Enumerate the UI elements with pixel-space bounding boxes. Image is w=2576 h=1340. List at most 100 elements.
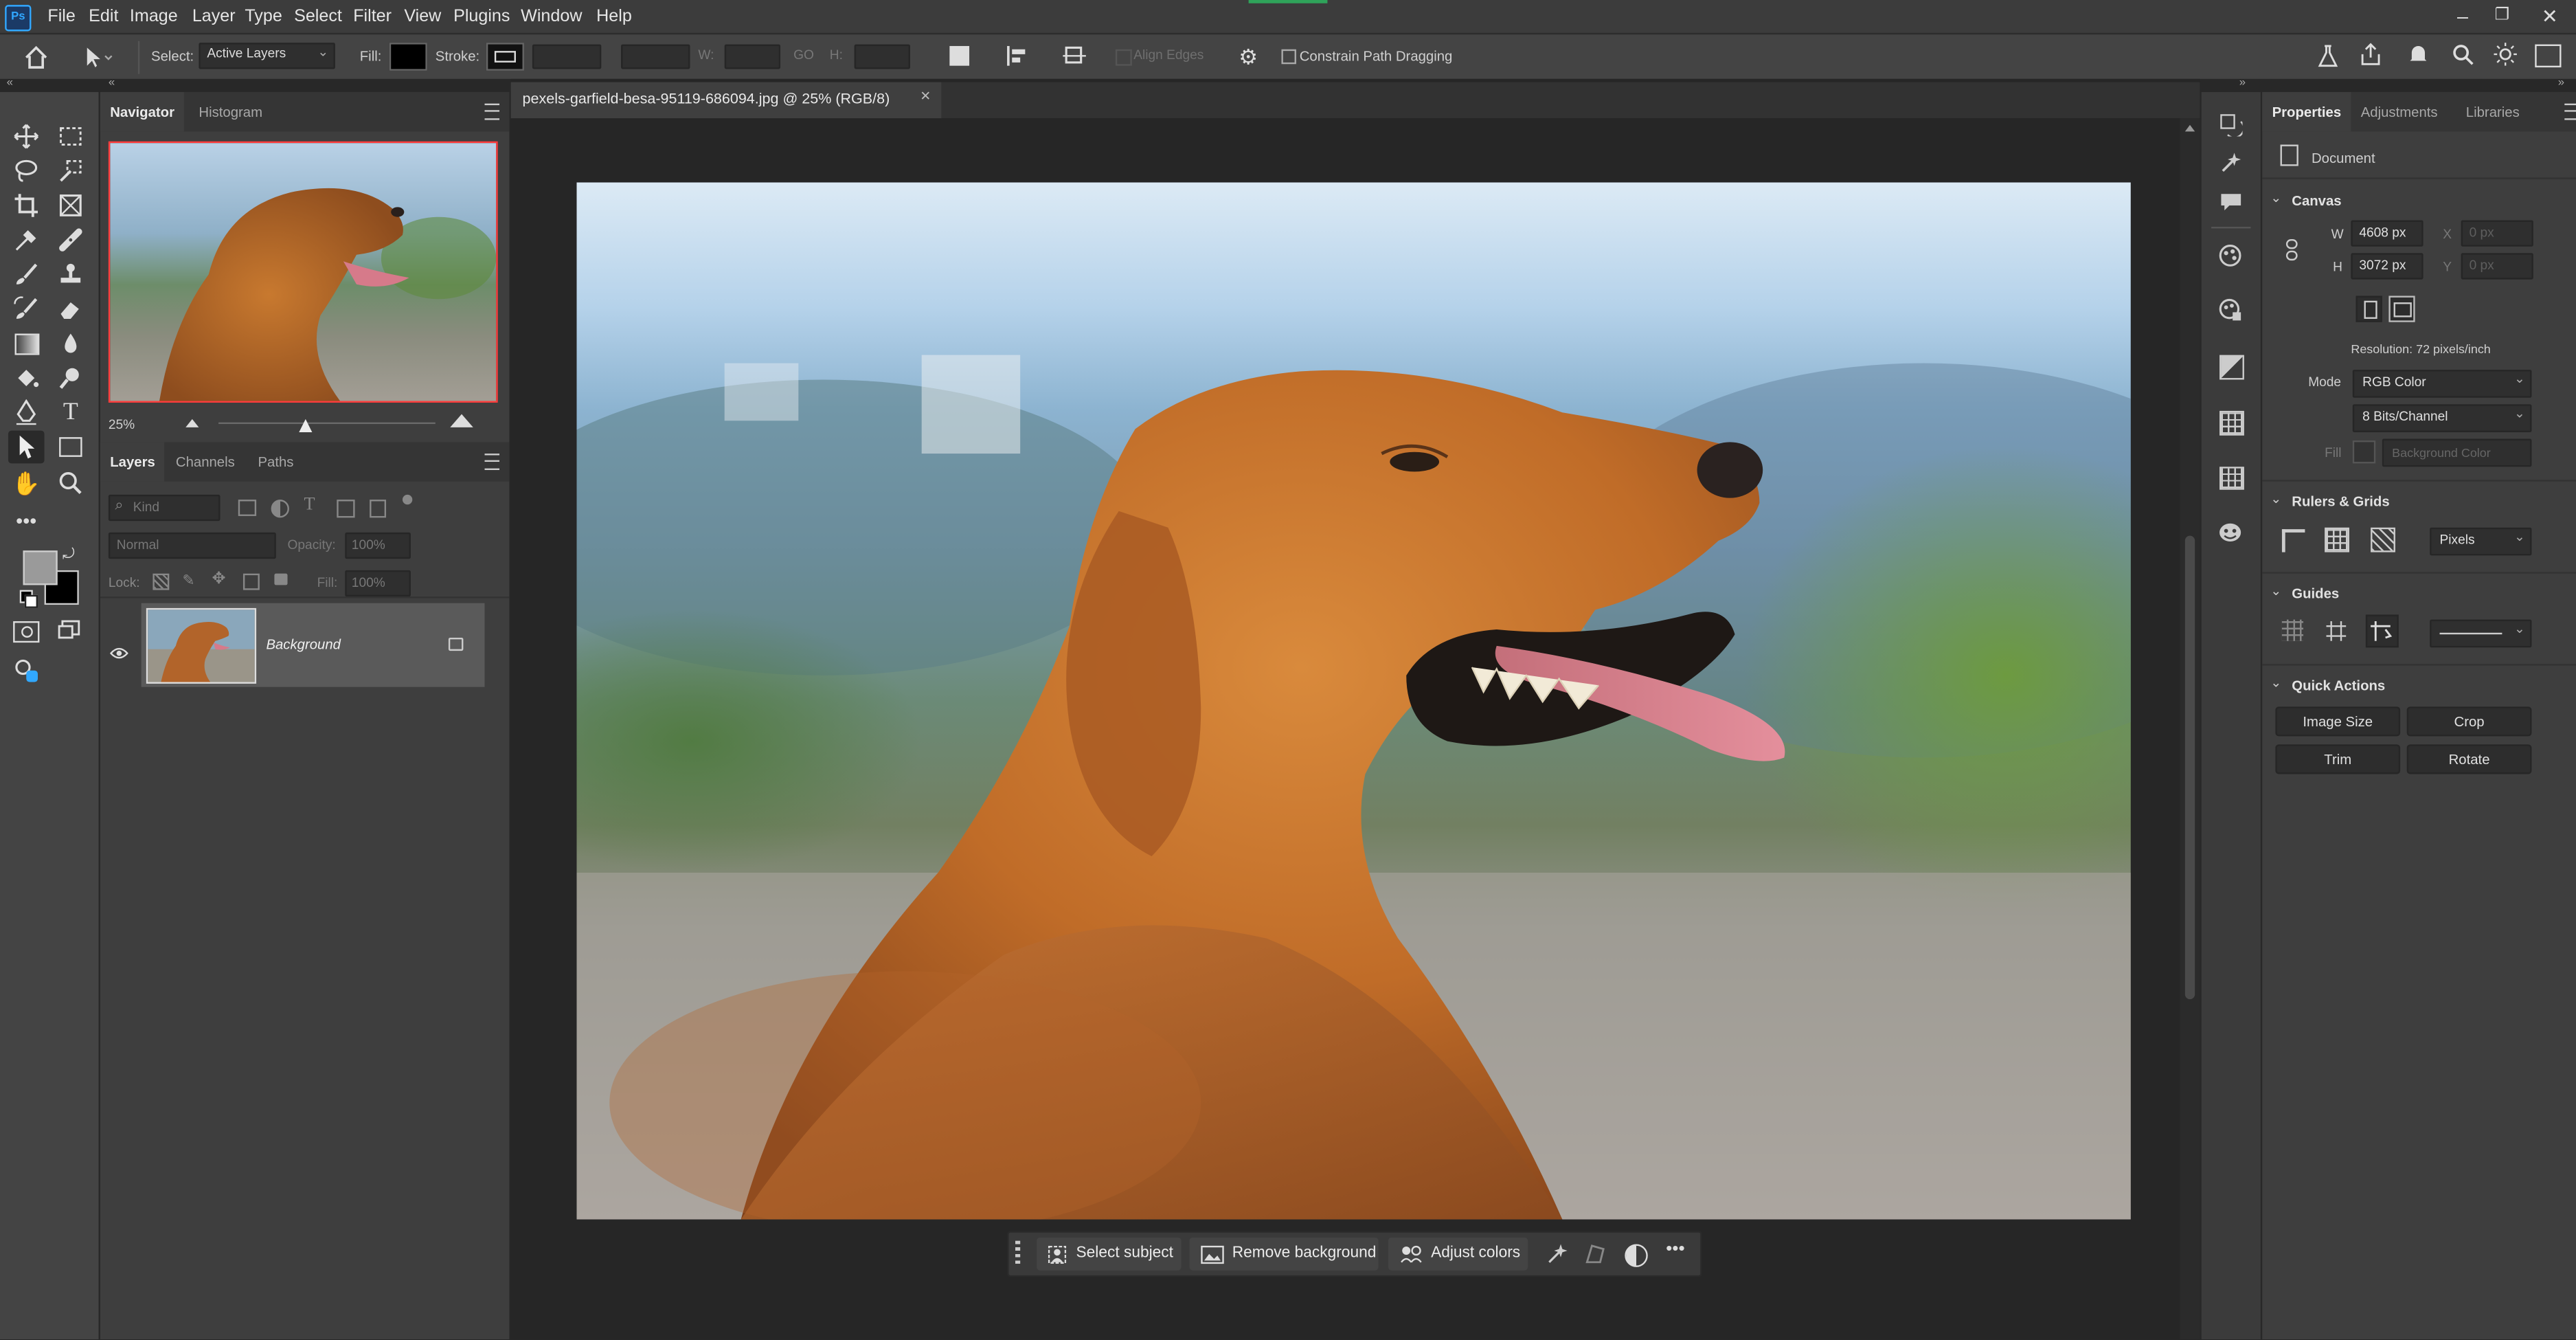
quick-mask-icon[interactable] bbox=[13, 621, 40, 643]
menu-select[interactable]: Select bbox=[294, 0, 342, 33]
filter-adjustment-icon[interactable] bbox=[271, 500, 289, 518]
constrain-checkbox[interactable] bbox=[1281, 49, 1296, 65]
select-subject-button[interactable]: Select subject bbox=[1037, 1237, 1182, 1271]
menu-view[interactable]: View bbox=[404, 0, 441, 33]
home-icon[interactable] bbox=[23, 45, 49, 71]
swap-colors-icon[interactable]: ⤾ bbox=[63, 546, 75, 563]
rulers-chevron-icon[interactable]: ⌄ bbox=[2270, 491, 2281, 506]
tables-icon[interactable] bbox=[2219, 467, 2244, 490]
guides-layout-icon[interactable] bbox=[2365, 614, 2399, 648]
blur-tool-icon[interactable] bbox=[53, 327, 89, 360]
collapse-left-icon[interactable]: « bbox=[7, 77, 13, 89]
workspace-icon[interactable] bbox=[2535, 44, 2562, 68]
more-options-icon[interactable]: ••• bbox=[1666, 1239, 1685, 1259]
eraser-tool-icon[interactable] bbox=[53, 293, 89, 326]
stroke-width-field[interactable] bbox=[532, 44, 602, 69]
menu-layer[interactable]: Layer bbox=[192, 0, 236, 33]
gradients-icon[interactable] bbox=[2219, 355, 2244, 380]
path-operations-icon[interactable] bbox=[949, 45, 970, 66]
zoom-in-icon[interactable] bbox=[450, 414, 473, 427]
tab-channels[interactable]: Channels bbox=[166, 442, 245, 481]
patterns-icon[interactable] bbox=[2219, 410, 2244, 436]
navigator-zoom-value[interactable]: 25% bbox=[109, 417, 135, 432]
close-tab-icon[interactable]: ✕ bbox=[920, 89, 931, 104]
tab-adjustments[interactable]: Adjustments bbox=[2351, 92, 2448, 131]
fill-field[interactable]: 100% bbox=[345, 570, 411, 597]
brush-tool-icon[interactable] bbox=[8, 258, 45, 291]
history-brush-tool-icon[interactable] bbox=[8, 293, 45, 326]
menu-window[interactable]: Window bbox=[521, 0, 582, 33]
canvas-height-field[interactable]: 3072 px bbox=[2351, 253, 2424, 280]
pixel-grid-icon[interactable] bbox=[2371, 527, 2395, 552]
canvas-y-field[interactable]: 0 px bbox=[2461, 253, 2533, 280]
path-alignment-icon[interactable] bbox=[1006, 45, 1028, 67]
frame-tool-icon[interactable] bbox=[53, 189, 89, 222]
menu-help[interactable]: Help bbox=[596, 0, 632, 33]
screen-mode-icon[interactable] bbox=[58, 620, 80, 641]
default-colors-icon[interactable] bbox=[19, 590, 38, 608]
swatches-icon[interactable] bbox=[2218, 298, 2243, 322]
paint-bucket-tool-icon[interactable] bbox=[8, 361, 45, 394]
discover-icon[interactable] bbox=[13, 658, 39, 684]
lock-artboard-icon[interactable] bbox=[242, 573, 260, 590]
transform-icon[interactable] bbox=[1584, 1242, 1607, 1265]
crop-tool-icon[interactable] bbox=[8, 189, 45, 222]
trim-button[interactable]: Trim bbox=[2275, 744, 2401, 774]
canvas-chevron-icon[interactable]: ⌄ bbox=[2270, 190, 2281, 205]
menu-file[interactable]: File bbox=[47, 0, 75, 33]
expand-right-icon[interactable]: » bbox=[2239, 77, 2246, 89]
filter-shape-icon[interactable] bbox=[337, 500, 355, 518]
remove-background-button[interactable]: Remove background bbox=[1189, 1237, 1379, 1271]
tab-paths[interactable]: Paths bbox=[248, 442, 304, 481]
zoom-slider-track[interactable] bbox=[218, 422, 436, 425]
healing-brush-tool-icon[interactable] bbox=[53, 223, 89, 256]
pen-tool-icon[interactable] bbox=[8, 396, 45, 429]
layers-panel-menu-icon[interactable] bbox=[484, 454, 500, 470]
landscape-orientation-button[interactable] bbox=[2388, 295, 2415, 322]
layer-filter-kind[interactable]: ⌕ Kind bbox=[108, 494, 221, 522]
panel-menu-icon[interactable] bbox=[484, 103, 500, 120]
zoom-tool-icon[interactable] bbox=[53, 467, 89, 500]
collapse-panel-icon[interactable]: « bbox=[109, 77, 115, 89]
mode-dropdown[interactable]: RGB Color ⌄ bbox=[2352, 370, 2532, 398]
drag-handle-icon[interactable] bbox=[1015, 1240, 1021, 1267]
comments-icon[interactable] bbox=[2219, 190, 2242, 211]
tab-libraries[interactable]: Libraries bbox=[2456, 92, 2529, 131]
menu-image[interactable]: Image bbox=[130, 0, 178, 33]
expand-right-icon-2[interactable]: » bbox=[2558, 77, 2564, 89]
lock-transparent-icon[interactable] bbox=[152, 573, 170, 590]
filter-type-icon[interactable]: T bbox=[304, 495, 315, 515]
history-icon[interactable] bbox=[2219, 113, 2245, 139]
share-icon[interactable] bbox=[2359, 43, 2382, 65]
stroke-type-dropdown[interactable] bbox=[621, 44, 690, 69]
quick-actions-chevron-icon[interactable]: ⌄ bbox=[2270, 675, 2281, 691]
path-selection-tool-icon[interactable] bbox=[8, 430, 45, 464]
crop-button[interactable]: Crop bbox=[2406, 706, 2532, 737]
menu-edit[interactable]: Edit bbox=[89, 0, 118, 33]
flask-icon[interactable] bbox=[2316, 45, 2339, 67]
canvas-width-field[interactable]: 4608 px bbox=[2351, 220, 2424, 247]
lock-position-icon[interactable]: ✥ bbox=[212, 570, 226, 588]
width-field[interactable] bbox=[724, 44, 781, 69]
brushes-icon[interactable] bbox=[2219, 151, 2242, 174]
scroll-up-icon[interactable] bbox=[2184, 124, 2195, 132]
object-select-tool-icon[interactable] bbox=[53, 155, 89, 188]
align-edges-checkbox[interactable] bbox=[1115, 49, 1132, 66]
minimize-icon[interactable]: – bbox=[2451, 3, 2474, 30]
fill-color-swatch[interactable] bbox=[2352, 440, 2376, 464]
height-field[interactable] bbox=[854, 44, 910, 69]
hand-tool-icon[interactable]: ✋ bbox=[8, 467, 45, 500]
rotate-button[interactable]: Rotate bbox=[2406, 744, 2532, 774]
guides-chevron-icon[interactable]: ⌄ bbox=[2270, 583, 2281, 599]
lasso-tool-icon[interactable] bbox=[8, 155, 45, 188]
tab-layers[interactable]: Layers bbox=[100, 442, 166, 482]
eyedropper-tool-icon[interactable] bbox=[8, 223, 45, 256]
lightbulb-icon[interactable] bbox=[2494, 43, 2517, 66]
layer-row[interactable]: Background bbox=[141, 603, 485, 687]
lock-all-icon[interactable] bbox=[274, 573, 288, 585]
bell-icon[interactable] bbox=[2407, 43, 2430, 65]
select-dropdown[interactable]: Active Layers ⌄ bbox=[199, 43, 335, 69]
close-icon[interactable]: ✕ bbox=[2538, 3, 2561, 30]
marquee-tool-icon[interactable] bbox=[53, 120, 89, 153]
move-tool-preset-icon[interactable] bbox=[82, 46, 115, 69]
